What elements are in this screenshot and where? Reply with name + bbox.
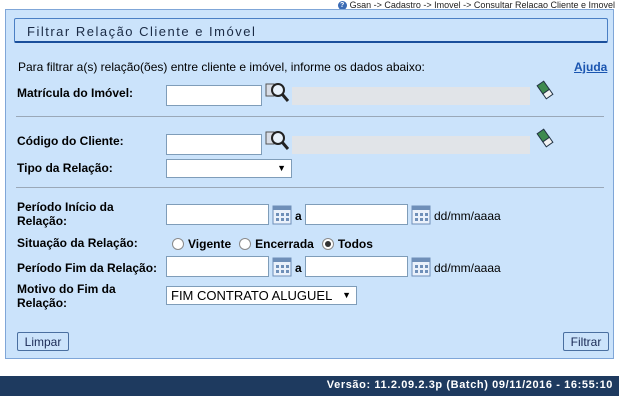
situacao-radio-todos[interactable] [321,238,334,250]
situacao-label: Situação da Relação: [17,236,138,250]
periodo-fim-from-calendar-icon[interactable] [272,257,292,277]
version-text: Versão: 11.2.09.2.3p (Batch) 09/11/2016 … [326,379,613,391]
situacao-option-vigente: Vigente [188,237,232,251]
periodo-inicio-to-calendar-icon[interactable] [411,205,431,225]
periodo-inicio-label-line2: Relação: [17,214,68,228]
periodo-inicio-from-calendar-icon[interactable] [272,205,292,225]
filtrar-button-label: Filtrar [570,334,602,349]
section-divider-1 [16,116,604,117]
motivo-fim-select[interactable]: FIM CONTRATO ALUGUEL ▼ [166,286,357,305]
version-footer: Versão: 11.2.09.2.3p (Batch) 09/11/2016 … [0,376,619,396]
motivo-fim-label-line2: Relação: [17,296,68,310]
situacao-option-todos: Todos [337,237,373,251]
periodo-inicio-label-line1: Período Início da [17,200,114,214]
chevron-down-icon: ▼ [277,163,286,173]
situacao-option-encerrada: Encerrada [255,237,314,251]
periodo-fim-date-format-hint: dd/mm/aaaa [434,261,501,275]
motivo-fim-selected-value: FIM CONTRATO ALUGUEL [171,288,333,303]
instructions-text: Para filtrar a(s) relação(ões) entre cli… [18,60,425,74]
situacao-radio-vigente[interactable] [172,238,184,250]
periodo-fim-range-separator: a [295,261,302,275]
codigo-cliente-description-field [292,136,530,154]
codigo-cliente-input[interactable] [166,134,262,155]
tipo-relacao-label: Tipo da Relação: [17,161,113,175]
situacao-radio-group: Vigente Encerrada Todos [172,237,381,251]
page-title: Filtrar Relação Cliente e Imóvel [27,24,257,39]
panel-title-bar: Filtrar Relação Cliente e Imóvel [14,18,608,43]
periodo-inicio-range-separator: a [295,209,302,223]
tipo-relacao-select[interactable]: ▼ [166,159,292,178]
codigo-cliente-label: Código do Cliente: [17,134,124,148]
chevron-down-icon: ▼ [342,290,351,300]
periodo-inicio-date-format-hint: dd/mm/aaaa [434,209,501,223]
filtrar-button[interactable]: Filtrar [563,332,609,351]
matricula-label: Matrícula do Imóvel: [17,86,134,100]
periodo-fim-from-input[interactable] [166,256,269,277]
periodo-inicio-to-input[interactable] [305,204,408,225]
periodo-inicio-from-input[interactable] [166,204,269,225]
help-link[interactable]: Ajuda [574,60,607,74]
matricula-clear-eraser-icon[interactable] [536,80,554,100]
motivo-fim-label-line1: Motivo do Fim da [17,282,116,296]
filter-panel: Filtrar Relação Cliente e Imóvel Para fi… [5,9,614,359]
periodo-fim-to-input[interactable] [305,256,408,277]
codigo-cliente-search-icon[interactable] [265,129,289,151]
limpar-button[interactable]: Limpar [17,332,69,351]
matricula-description-field [292,87,530,105]
periodo-fim-label: Período Fim da Relação: [17,261,158,275]
matricula-input[interactable] [166,85,262,106]
situacao-radio-encerrada[interactable] [239,238,252,250]
periodo-fim-to-calendar-icon[interactable] [411,257,431,277]
limpar-button-label: Limpar [24,334,62,349]
matricula-search-icon[interactable] [265,81,289,103]
section-divider-2 [16,187,604,188]
codigo-cliente-clear-eraser-icon[interactable] [536,128,554,148]
